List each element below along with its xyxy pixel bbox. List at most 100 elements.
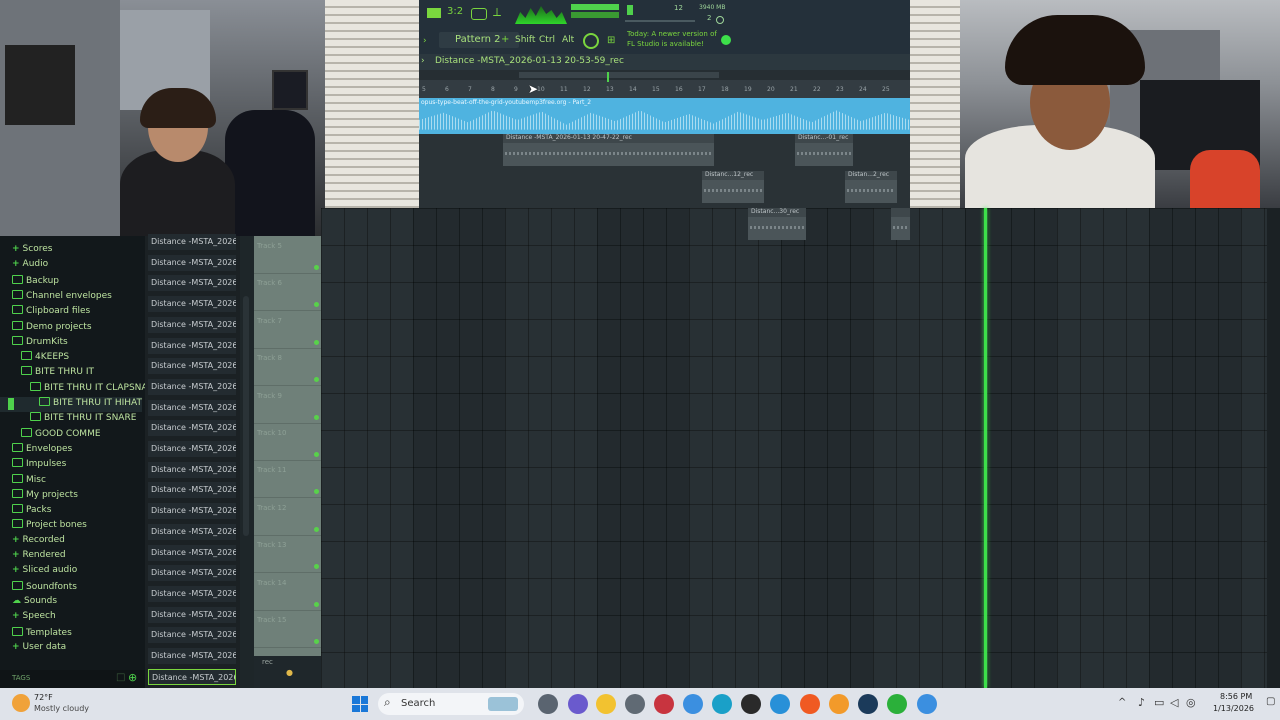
browser-item[interactable]: + Sliced audio	[0, 565, 77, 580]
playlist-clip[interactable]: Distan...2_rec	[845, 171, 897, 203]
ctrl-button[interactable]: Ctrl	[539, 35, 555, 45]
news-line2[interactable]: FL Studio is available!	[627, 40, 704, 48]
channel-row[interactable]: Distance -MSTA_2026-01...	[148, 399, 236, 416]
taskbar-search[interactable]: ⌕ Search	[378, 693, 524, 715]
tempo-display[interactable]: 3:2	[447, 6, 463, 17]
track-enable-icon[interactable]	[314, 639, 319, 644]
online-icon[interactable]	[583, 33, 599, 49]
chrome-icon[interactable]	[683, 694, 703, 714]
snip-icon[interactable]	[770, 694, 790, 714]
browser-item[interactable]: Packs	[0, 504, 51, 519]
track-enable-icon[interactable]	[314, 339, 319, 345]
metronome-icon[interactable]: ⟂	[493, 6, 509, 18]
pattern-add-icon[interactable]: +	[501, 34, 509, 45]
weather-desc[interactable]: Mostly cloudy	[34, 704, 89, 713]
clock-time[interactable]: 8:56 PM	[1220, 692, 1252, 701]
weather-temp[interactable]: 72°F	[34, 693, 53, 702]
menu-icon[interactable]	[427, 8, 441, 18]
app-icon[interactable]	[654, 694, 674, 714]
weather-icon[interactable]	[12, 694, 30, 712]
playlist-titlebar[interactable]: › Distance -MSTA_2026-01-13 20-53-59_rec	[419, 54, 910, 70]
track-enable-icon[interactable]	[314, 302, 319, 308]
playlist-right-scrollbar[interactable]	[1267, 208, 1280, 688]
timeline-scroll[interactable]	[519, 72, 719, 78]
alt-button[interactable]: Alt	[562, 35, 574, 45]
browser-item[interactable]: Misc	[0, 473, 46, 489]
browser-item[interactable]: 4KEEPS	[0, 351, 69, 366]
channel-row[interactable]: Distance -MSTA_2026-01...	[148, 565, 236, 582]
file-explorer-icon[interactable]	[596, 694, 616, 714]
channel-row[interactable]: Distance -MSTA_2026-01...	[148, 420, 236, 437]
fl-studio-icon[interactable]	[829, 694, 849, 714]
browser-item[interactable]: Backup	[0, 274, 59, 290]
browser-item[interactable]: BITE THRU IT CLAPSNARE	[0, 381, 159, 397]
channel-row[interactable]: Distance -MSTA_2026-01...	[148, 441, 236, 457]
settings-icon[interactable]	[625, 694, 645, 714]
channel-row[interactable]: Distance -MSTA_2026-01...	[148, 254, 236, 271]
browser-item[interactable]: Clipboard files	[0, 305, 90, 320]
track-header[interactable]: Track 8	[254, 348, 321, 387]
tags-label[interactable]: TAGS	[12, 674, 30, 682]
windows-start-icon[interactable]	[352, 696, 368, 712]
playlist-clip[interactable]	[891, 208, 910, 240]
channel-row[interactable]: Distance -MSTA_2026-01...	[148, 523, 236, 540]
browser-item[interactable]: My projects	[0, 488, 78, 504]
browser-item[interactable]: + Scores	[0, 244, 52, 259]
playlist-clip[interactable]: Distanc...30_rec	[748, 208, 806, 240]
channel-row[interactable]: Distance -MSTA_2026-01...	[148, 275, 236, 292]
browser-item[interactable]: ☁ Sounds	[0, 596, 57, 611]
channel-row[interactable]: Distance -MSTA_2026-01...	[148, 461, 236, 478]
channel-row[interactable]: Distance -MSTA_2026-01...	[148, 482, 236, 499]
channel-scrollbar[interactable]	[240, 236, 254, 688]
channel-row[interactable]: Distance -MSTA_2026-01...	[148, 296, 236, 313]
channel-row[interactable]: Distance -MSTA_2026-01...	[148, 544, 236, 561]
browser-item[interactable]: Soundfonts	[0, 580, 77, 596]
browser-item[interactable]: + Speech	[0, 611, 56, 626]
edge-icon[interactable]	[712, 694, 732, 714]
channel-row[interactable]: Distance -MSTA_2026-01...	[148, 316, 236, 333]
browser-item[interactable]: BITE THRU IT SNARE	[0, 412, 136, 427]
audio-clip[interactable]: opus-type-beat-off-the-grid-youtubemp3fr…	[419, 98, 910, 134]
channel-row[interactable]: Distance -MSTA_2026-01...	[148, 503, 236, 520]
playlist-clip[interactable]: Distanc...12_rec	[702, 171, 764, 203]
browser-item[interactable]: Demo projects	[0, 320, 92, 336]
channel-row[interactable]: Distance -MSTA_2026-01...	[148, 668, 236, 685]
arrow-right-icon[interactable]: ›	[423, 36, 427, 46]
update-icon[interactable]	[721, 35, 731, 45]
news-line1[interactable]: Today: A newer version of	[627, 30, 717, 38]
browser-item[interactable]: Templates	[0, 626, 72, 642]
track-header[interactable]: Track 12	[254, 498, 321, 536]
brave-icon[interactable]	[800, 694, 820, 714]
channel-row[interactable]: Distance -MSTA_2026-01...	[148, 627, 236, 644]
browser-item[interactable]: Envelopes	[0, 442, 72, 458]
track-header[interactable]: Track 6	[254, 273, 321, 312]
track-header[interactable]: Track 15	[254, 610, 321, 648]
obs-icon[interactable]	[741, 694, 761, 714]
playlist-clip[interactable]: Distanc...-01_rec	[795, 134, 853, 166]
track-enable-icon[interactable]	[314, 414, 319, 420]
track-header[interactable]: Track 10	[254, 423, 321, 461]
track-enable-icon[interactable]	[314, 601, 319, 607]
notification-icon[interactable]: ▢	[1266, 696, 1275, 707]
xbox-icon[interactable]	[887, 694, 907, 714]
cart-icon[interactable]: ⊞	[607, 35, 615, 46]
chrome-active-icon[interactable]	[917, 694, 937, 714]
track-enable-icon[interactable]	[314, 526, 319, 532]
track-enable-icon[interactable]	[314, 489, 319, 495]
browser-item[interactable]: BITE THRU IT HIHAT	[0, 397, 142, 412]
timeline-ruler[interactable]: 5 6 7 8 9 10 11 12 13 14 15 16 17 18 19 20 21 22 23 24 25	[419, 70, 910, 98]
channel-row[interactable]: Distance -MSTA_2026-01...	[148, 234, 236, 250]
playhead[interactable]	[984, 208, 987, 688]
search-icon[interactable]: ⊕	[128, 671, 137, 684]
track-header[interactable]: Track 9	[254, 386, 321, 424]
browser-item[interactable]: Channel envelopes	[0, 289, 112, 305]
discord-icon[interactable]	[568, 694, 588, 714]
volume-icon[interactable]: ◁	[1170, 696, 1178, 709]
track-header[interactable]: Track 13	[254, 535, 321, 574]
browser-item[interactable]: DrumKits	[0, 335, 68, 351]
track-enable-icon[interactable]	[314, 265, 319, 270]
lock-icon[interactable]: ●	[286, 668, 293, 677]
channel-row[interactable]: Distance -MSTA_2026-01...	[148, 337, 236, 354]
channel-row[interactable]: Distance -MSTA_2026-01...	[148, 606, 236, 623]
track-enable-icon[interactable]	[314, 452, 319, 457]
